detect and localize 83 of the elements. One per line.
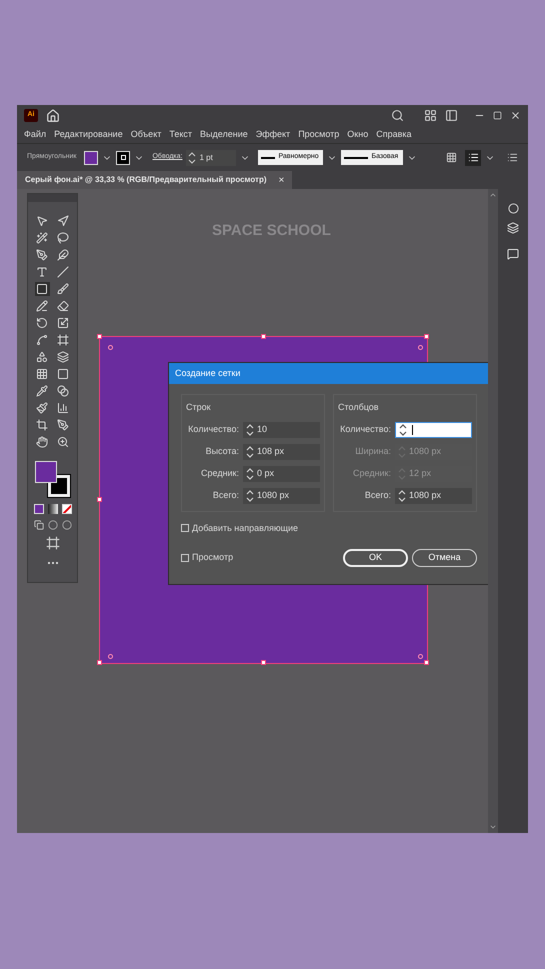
field-label: Всего: — [212, 488, 239, 502]
field-value: 12 px — [409, 466, 432, 480]
search-icon[interactable] — [391, 109, 404, 122]
menu-item[interactable]: Эффект — [256, 128, 290, 142]
number-field[interactable]: 1080 px — [395, 488, 472, 504]
field-label: Средник: — [353, 466, 391, 480]
cancel-button[interactable]: Отмена — [412, 549, 477, 567]
direct-selection-tool-icon[interactable] — [56, 214, 70, 228]
text-cursor-icon — [412, 424, 413, 434]
field-value: 1080 px — [257, 488, 290, 502]
stepper-icon[interactable] — [398, 422, 408, 436]
graph-tool-icon[interactable] — [56, 401, 70, 415]
number-field[interactable]: 1080 px — [243, 488, 320, 504]
home-icon[interactable] — [46, 108, 60, 122]
menu-item[interactable]: Выделение — [200, 128, 248, 142]
menu-item[interactable]: Объект — [130, 128, 162, 142]
rotate-icon[interactable] — [34, 316, 50, 330]
field-label: Ширина: — [355, 444, 391, 458]
pen-tool-icon[interactable] — [34, 248, 50, 262]
brush-icon[interactable] — [56, 282, 70, 296]
none-mode-icon[interactable] — [62, 504, 72, 514]
field-label: Количество: — [340, 422, 391, 436]
field-label: Высота: — [206, 444, 239, 458]
field-label: Количество: — [188, 422, 239, 436]
dialog-title-bar: Создание сетки — [169, 363, 488, 384]
scale-icon[interactable] — [56, 316, 70, 330]
number-field[interactable]: 0 px — [243, 466, 320, 482]
shape-builder-icon[interactable] — [34, 350, 50, 364]
field-label: Всего: — [364, 488, 391, 502]
field-label: Средник: — [201, 466, 239, 480]
blend-tool-icon[interactable] — [56, 384, 70, 398]
fill-swatch[interactable] — [84, 150, 98, 164]
workspace-icon[interactable] — [424, 109, 437, 122]
number-field[interactable]: 108 px — [243, 444, 320, 460]
menu-item[interactable]: Окно — [347, 128, 368, 142]
group-heading: Строк — [186, 401, 212, 414]
number-field[interactable] — [395, 422, 472, 438]
fill-stroke-swatches[interactable] — [34, 461, 70, 498]
ok-button[interactable]: OK — [343, 549, 408, 567]
draw-mode-icon[interactable] — [34, 520, 44, 530]
field-value: 108 px — [257, 444, 284, 458]
panel-icon[interactable] — [445, 109, 458, 122]
layers-icon[interactable] — [507, 222, 519, 234]
maximize-icon[interactable] — [493, 111, 502, 120]
curvature-tool-icon[interactable] — [56, 248, 70, 262]
gradient-mode-icon[interactable] — [48, 504, 58, 514]
document-tab[interactable]: Серый фон.ai* @ 33,33 % (RGB/Предварительный просмотр) × — [17, 171, 292, 189]
menu-item[interactable]: Справка — [376, 128, 412, 142]
color-mode-icon[interactable] — [34, 504, 44, 514]
close-icon[interactable] — [510, 110, 521, 121]
group-heading: Столбцов — [338, 401, 380, 414]
eyedropper-icon[interactable] — [34, 384, 50, 398]
field-value: 1080 px — [409, 444, 442, 458]
menu-icon[interactable] — [507, 152, 518, 163]
checkbox[interactable]: Добавить направляющие — [181, 522, 298, 535]
line-tool-icon[interactable] — [56, 265, 70, 279]
comment-icon[interactable] — [507, 248, 519, 260]
field-value: 10 — [257, 422, 268, 436]
type-tool-icon[interactable] — [34, 265, 50, 279]
align-button[interactable] — [465, 150, 481, 166]
menu-item[interactable]: Просмотр — [298, 128, 340, 142]
hand-tool-icon[interactable] — [34, 435, 50, 449]
magic-wand-icon[interactable] — [34, 231, 50, 245]
grid-icon[interactable] — [446, 152, 457, 163]
menu-item[interactable]: Текст — [169, 128, 192, 142]
stroke-swatch[interactable] — [116, 150, 130, 164]
field-value: 0 px — [257, 466, 274, 480]
checkbox[interactable]: Просмотр — [181, 551, 234, 565]
stroke-weight-field[interactable]: 1 pt — [186, 150, 236, 166]
eraser-icon[interactable] — [56, 299, 70, 313]
number-field[interactable]: 10 — [243, 422, 320, 438]
vertical-scrollbar[interactable] — [488, 189, 498, 833]
lasso-icon[interactable] — [56, 231, 70, 245]
menu-item[interactable]: Файл — [24, 128, 46, 142]
field-value: 1080 px — [409, 488, 442, 502]
zoom-tool-icon[interactable] — [56, 435, 70, 449]
selection-tool-icon[interactable] — [34, 214, 50, 228]
scroll-up-icon[interactable] — [489, 191, 497, 199]
tab-close-button[interactable]: × — [278, 172, 284, 188]
rectangle-tool-icon[interactable] — [34, 282, 50, 296]
menu-item[interactable]: Редактирование — [54, 128, 123, 142]
scroll-down-icon[interactable] — [489, 823, 497, 831]
mesh-tool-icon[interactable] — [34, 367, 50, 381]
